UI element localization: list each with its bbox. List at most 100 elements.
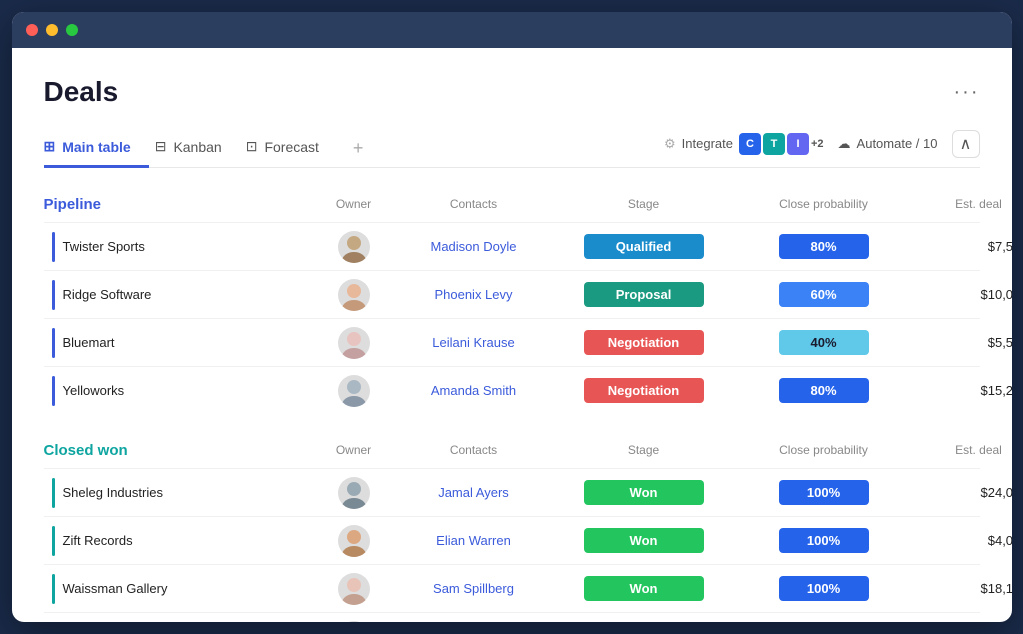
tab-main-table-label: Main table: [62, 139, 130, 155]
tab-forecast[interactable]: ⊡ Forecast: [246, 128, 337, 168]
pipeline-col-prob: Close probability: [734, 197, 914, 211]
integrate-icon: ⚙: [664, 136, 676, 152]
ci-plus: +2: [811, 138, 824, 150]
deal-cell: SFF Cruise: [44, 622, 314, 623]
ci-badge-3: I: [787, 133, 809, 155]
minimize-dot[interactable]: [46, 24, 58, 36]
closed-won-col-owner: Owner: [314, 443, 394, 457]
stage-badge: Won: [584, 576, 704, 601]
pipeline-col-owner: Owner: [314, 197, 394, 211]
deal-name: Sheleg Industries: [63, 485, 163, 500]
contact-name[interactable]: Madison Doyle: [394, 239, 554, 254]
table-row: Yelloworks Amanda Smith Negotiation 80% …: [44, 366, 980, 414]
pipeline-col-est: Est. deal: [914, 197, 1012, 211]
owner-cell: [314, 573, 394, 605]
deal-name: Ridge Software: [63, 287, 152, 302]
table-row: Zift Records Elian Warren Won 100% $4,00…: [44, 516, 980, 564]
row-bar: [52, 526, 55, 556]
tabs-right: ⚙ Integrate C T I +2 ☁ Automate / 10 ∧: [664, 130, 979, 166]
deal-name: Waissman Gallery: [63, 581, 168, 596]
prob-badge: 60%: [779, 282, 869, 307]
owner-cell: [314, 279, 394, 311]
contact-name[interactable]: Jamal Ayers: [394, 485, 554, 500]
avatar: [338, 573, 370, 605]
integrate-label: Integrate: [682, 136, 733, 151]
collapse-icon: ∧: [960, 134, 972, 154]
contact-name[interactable]: Phoenix Levy: [394, 287, 554, 302]
stage-cell: Negotiation: [554, 378, 734, 403]
automate-icon: ☁: [838, 136, 851, 152]
closed-won-col-stage: Stage: [554, 443, 734, 457]
contact-name[interactable]: Sam Spillberg: [394, 581, 554, 596]
closed-won-col-contacts: Contacts: [394, 443, 554, 457]
prob-cell: 100%: [734, 576, 914, 601]
contact-name[interactable]: Leilani Krause: [394, 335, 554, 350]
tab-add-button[interactable]: +: [343, 138, 374, 159]
deal-cell: Ridge Software: [44, 280, 314, 310]
more-button[interactable]: ···: [954, 81, 980, 104]
prob-badge: 40%: [779, 330, 869, 355]
deal-cell: Yelloworks: [44, 376, 314, 406]
main-content: Deals ··· ⊞ Main table ⊟ Kanban ⊡ Foreca…: [12, 48, 1012, 622]
row-bar: [52, 376, 55, 406]
est-deal: $18,100: [914, 581, 1012, 596]
avatar: [338, 621, 370, 623]
closed-won-header-row: Closed won Owner Contacts Stage Close pr…: [44, 438, 980, 468]
table-row: Bluemart Leilani Krause Negotiation 40% …: [44, 318, 980, 366]
owner-cell: [314, 375, 394, 407]
owner-cell: [314, 477, 394, 509]
row-bar: [52, 328, 55, 358]
automate-button[interactable]: ☁ Automate / 10: [838, 136, 938, 152]
titlebar: [12, 12, 1012, 48]
app-window: Deals ··· ⊞ Main table ⊟ Kanban ⊡ Foreca…: [12, 12, 1012, 622]
deal-name: Yelloworks: [63, 383, 125, 398]
stage-cell: Negotiation: [554, 330, 734, 355]
avatar: [338, 375, 370, 407]
owner-cell: [314, 327, 394, 359]
row-bar: [52, 232, 55, 262]
pipeline-table-body: Twister Sports Madison Doyle Qualified 8…: [44, 222, 980, 414]
avatar: [338, 477, 370, 509]
deal-cell: Bluemart: [44, 328, 314, 358]
stage-cell: Won: [554, 480, 734, 505]
contact-name[interactable]: Amanda Smith: [394, 383, 554, 398]
contact-name[interactable]: Elian Warren: [394, 533, 554, 548]
row-bar: [52, 478, 55, 508]
table-row: Sheleg Industries Jamal Ayers Won 100% $…: [44, 468, 980, 516]
prob-cell: 80%: [734, 234, 914, 259]
pipeline-header-row: Pipeline Owner Contacts Stage Close prob…: [44, 192, 980, 222]
est-deal: $5,500: [914, 335, 1012, 350]
collapse-button[interactable]: ∧: [952, 130, 980, 158]
pipeline-section: Pipeline Owner Contacts Stage Close prob…: [44, 192, 980, 414]
stage-badge: Proposal: [584, 282, 704, 307]
tab-main-table[interactable]: ⊞ Main table: [44, 128, 149, 168]
stage-cell: Qualified: [554, 234, 734, 259]
table-icon: ⊞: [44, 138, 56, 155]
closed-won-table-body: Sheleg Industries Jamal Ayers Won 100% $…: [44, 468, 980, 622]
deal-name: Twister Sports: [63, 239, 145, 254]
est-deal: $15,200: [914, 383, 1012, 398]
stage-badge: Negotiation: [584, 378, 704, 403]
tabs-row: ⊞ Main table ⊟ Kanban ⊡ Forecast + ⚙ Int…: [44, 128, 980, 168]
closed-won-title: Closed won: [44, 442, 314, 459]
table-row: Waissman Gallery Sam Spillberg Won 100% …: [44, 564, 980, 612]
row-bar: [52, 622, 55, 623]
forecast-icon: ⊡: [246, 138, 258, 155]
est-deal: $10,000: [914, 287, 1012, 302]
prob-cell: 100%: [734, 528, 914, 553]
deal-name: Bluemart: [63, 335, 115, 350]
owner-cell: [314, 621, 394, 623]
deal-cell: Zift Records: [44, 526, 314, 556]
table-row: SFF Cruise Hannah Gluck Won 100% $5,800: [44, 612, 980, 622]
page-title: Deals: [44, 76, 119, 108]
deal-cell: Twister Sports: [44, 232, 314, 262]
table-row: Ridge Software Phoenix Levy Proposal 60%…: [44, 270, 980, 318]
deal-cell: Sheleg Industries: [44, 478, 314, 508]
tab-kanban[interactable]: ⊟ Kanban: [155, 128, 240, 168]
prob-badge: 80%: [779, 378, 869, 403]
close-dot[interactable]: [26, 24, 38, 36]
integrate-button[interactable]: ⚙ Integrate C T I +2: [664, 133, 824, 155]
maximize-dot[interactable]: [66, 24, 78, 36]
owner-cell: [314, 231, 394, 263]
avatar: [338, 279, 370, 311]
